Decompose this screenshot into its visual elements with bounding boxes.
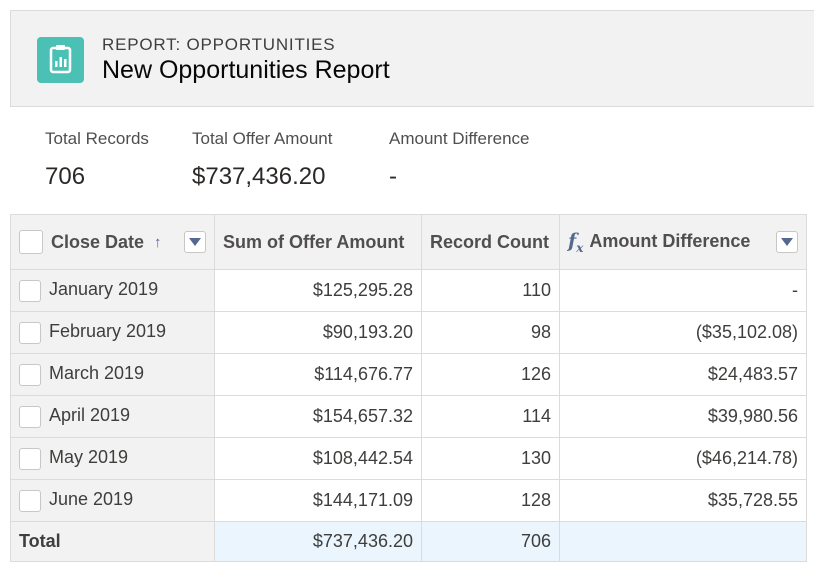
amount-difference-cell: - [559, 269, 807, 312]
amount-difference-cell: ($46,214.78) [559, 437, 807, 480]
formula-icon: fx [568, 229, 584, 255]
column-menu-button[interactable] [184, 231, 206, 253]
table-row[interactable]: February 2019 $90,193.20 98 ($35,102.08) [10, 311, 807, 354]
row-checkbox[interactable] [19, 405, 41, 428]
column-header-sum-offer-amount[interactable]: Sum of Offer Amount [214, 214, 422, 270]
total-label: Total [10, 521, 215, 562]
sum-offer-amount-cell: $108,442.54 [214, 437, 422, 480]
report-type-label: REPORT: OPPORTUNITIES [102, 35, 336, 54]
total-amount-difference [559, 521, 807, 562]
close-date-cell: April 2019 [49, 405, 131, 426]
amount-difference-cell: $39,980.56 [559, 395, 807, 438]
record-count-cell: 128 [421, 479, 560, 522]
record-count-cell: 126 [421, 353, 560, 396]
table-row[interactable]: January 2019 $125,295.28 110 - [10, 269, 807, 312]
chevron-down-icon [189, 238, 201, 246]
summary-total-records: Total Records 706 [45, 129, 149, 191]
amount-difference-cell: ($35,102.08) [559, 311, 807, 354]
row-checkbox[interactable] [19, 363, 41, 386]
column-label: Sum of Offer Amount [223, 231, 405, 252]
summary-amount-difference: Amount Difference - [389, 129, 529, 191]
row-checkbox[interactable] [19, 321, 41, 344]
amount-difference-cell: $24,483.57 [559, 353, 807, 396]
report-table: Close Date ↑ Sum of Offer Amount Record … [10, 214, 807, 562]
row-checkbox[interactable] [19, 489, 41, 512]
amount-difference-cell: $35,728.55 [559, 479, 807, 522]
close-date-cell: March 2019 [49, 363, 145, 384]
close-date-cell: May 2019 [49, 447, 129, 468]
sum-offer-amount-cell: $125,295.28 [214, 269, 422, 312]
record-count-cell: 130 [421, 437, 560, 480]
report-header: REPORT: OPPORTUNITIES New Opportunities … [10, 10, 814, 107]
record-count-cell: 114 [421, 395, 560, 438]
column-header-record-count[interactable]: Record Count [421, 214, 560, 270]
table-row[interactable]: March 2019 $114,676.77 126 $24,483.57 [10, 353, 807, 396]
sum-offer-amount-cell: $114,676.77 [214, 353, 422, 396]
record-count-cell: 98 [421, 311, 560, 354]
close-date-cell: January 2019 [49, 279, 159, 300]
summary-label: Amount Difference [389, 129, 530, 148]
row-checkbox[interactable] [19, 279, 41, 302]
summary-value: $737,436.20 [192, 163, 326, 190]
column-header-close-date[interactable]: Close Date ↑ [10, 214, 215, 270]
summary-total-offer-amount: Total Offer Amount $737,436.20 [192, 129, 332, 191]
sort-ascending-icon[interactable]: ↑ [154, 234, 162, 251]
sum-offer-amount-cell: $154,657.32 [214, 395, 422, 438]
table-row[interactable]: June 2019 $144,171.09 128 $35,728.55 [10, 479, 807, 522]
record-count-cell: 110 [421, 269, 560, 312]
summary-value: 706 [45, 163, 86, 190]
column-label: Close Date [51, 231, 145, 252]
summary-label: Total Offer Amount [192, 129, 333, 148]
sum-offer-amount-cell: $144,171.09 [214, 479, 422, 522]
column-label: Record Count [430, 231, 549, 252]
close-date-cell: February 2019 [49, 321, 167, 342]
page-title: New Opportunities Report [102, 56, 390, 84]
row-checkbox[interactable] [19, 447, 41, 470]
select-all-checkbox[interactable] [19, 230, 43, 254]
total-record-count: 706 [421, 521, 560, 562]
report-icon [37, 37, 84, 83]
report-summary: Total Records 706 Total Offer Amount $73… [10, 107, 814, 214]
column-label: Amount Difference [589, 231, 751, 252]
chevron-down-icon [781, 237, 793, 246]
summary-label: Total Records [45, 129, 149, 148]
column-menu-button[interactable] [776, 230, 798, 253]
close-date-cell: June 2019 [49, 489, 134, 510]
table-row[interactable]: May 2019 $108,442.54 130 ($46,214.78) [10, 437, 807, 480]
table-row[interactable]: April 2019 $154,657.32 114 $39,980.56 [10, 395, 807, 438]
summary-value: - [389, 163, 397, 190]
total-row: Total $737,436.20 706 [10, 521, 807, 562]
column-header-amount-difference[interactable]: fx Amount Difference [559, 214, 807, 270]
total-sum-offer-amount: $737,436.20 [214, 521, 422, 562]
sum-offer-amount-cell: $90,193.20 [214, 311, 422, 354]
